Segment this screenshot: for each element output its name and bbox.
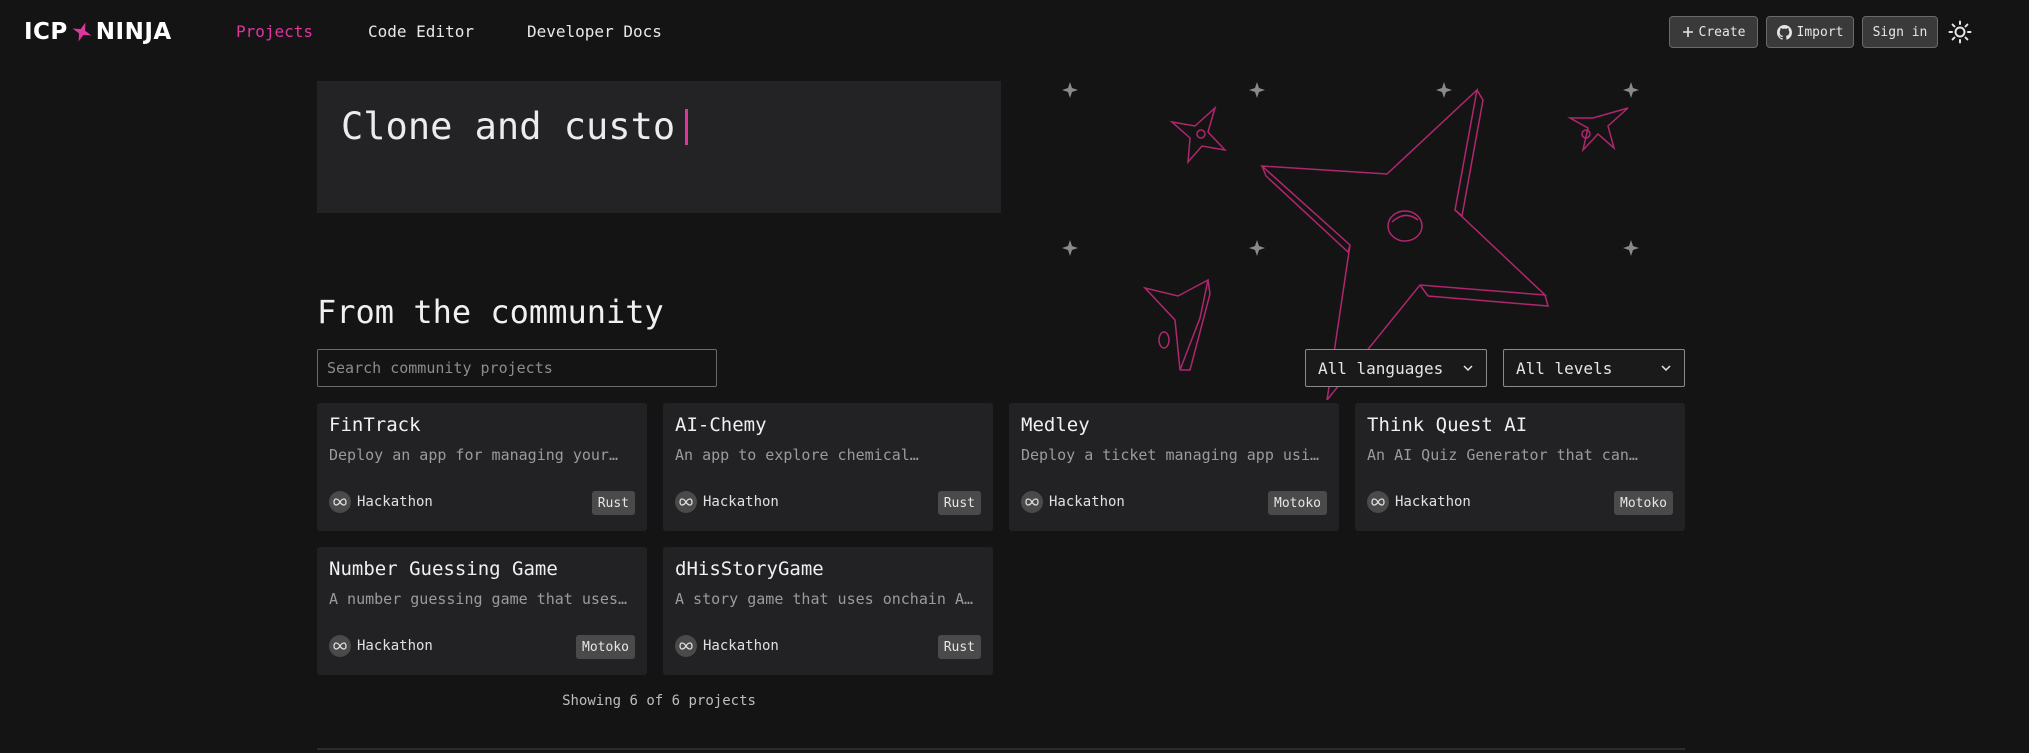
infinity-icon [329, 635, 351, 657]
project-tag-label: Hackathon [357, 638, 433, 654]
project-description: An AI Quiz Generator that can… [1367, 446, 1638, 464]
sun-icon[interactable] [1948, 20, 1972, 44]
infinity-icon [329, 491, 351, 513]
chevron-down-icon [1661, 365, 1671, 372]
infinity-icon [1021, 491, 1043, 513]
project-tag-label: Hackathon [357, 494, 433, 510]
plus-icon [1682, 27, 1693, 37]
project-tag-label: Hackathon [703, 494, 779, 510]
project-tag: Hackathon [1367, 491, 1471, 513]
hero-typing-panel: Clone and custo [317, 81, 1001, 213]
project-language-badge: Motoko [1614, 491, 1673, 515]
hero-typed-text: Clone and custo [341, 105, 689, 148]
language-filter-select[interactable]: All languages [1305, 349, 1487, 387]
typing-cursor [685, 109, 689, 145]
project-card[interactable]: Medley Deploy a ticket managing app usin… [1009, 403, 1339, 531]
create-button-label: Create [1698, 24, 1746, 40]
project-language-badge: Rust [937, 635, 981, 659]
project-tag: Hackathon [329, 491, 433, 513]
project-title: AI-Chemy [675, 414, 767, 436]
logo-text-icp: ICP [24, 19, 68, 45]
level-filter-value: All levels [1516, 358, 1613, 378]
project-description: A number guessing game that uses… [329, 590, 628, 608]
project-language-badge: Rust [937, 491, 981, 515]
import-button-label: Import [1796, 24, 1844, 40]
project-tag-label: Hackathon [1049, 494, 1125, 510]
project-description: Deploy a ticket managing app usin… [1021, 446, 1321, 464]
language-filter-value: All languages [1318, 358, 1444, 378]
github-icon [1776, 24, 1792, 40]
project-language-badge: Motoko [576, 635, 635, 659]
infinity-icon [675, 635, 697, 657]
top-navbar: ICP NINJA Projects Code Editor Developer… [0, 0, 2029, 64]
section-divider [317, 748, 1685, 750]
community-section-title: From the community [317, 293, 664, 331]
results-count: Showing 6 of 6 projects [562, 693, 756, 709]
project-description: A story game that uses onchain AI… [675, 590, 975, 608]
project-title: dHisStoryGame [675, 558, 824, 580]
nav-projects[interactable]: Projects [236, 22, 313, 41]
project-description: An app to explore chemical… [675, 446, 919, 464]
import-button[interactable]: Import [1766, 16, 1854, 48]
project-tag: Hackathon [1021, 491, 1125, 513]
search-community-input[interactable] [317, 349, 717, 387]
project-title: Think Quest AI [1367, 414, 1528, 436]
project-card[interactable]: FinTrack Deploy an app for managing your… [317, 403, 647, 531]
nav-developer-docs[interactable]: Developer Docs [527, 22, 662, 41]
hero-text-content: Clone and custo [341, 105, 676, 148]
nav-code-editor[interactable]: Code Editor [368, 22, 474, 41]
project-tag: Hackathon [675, 635, 779, 657]
project-card[interactable]: Think Quest AI An AI Quiz Generator that… [1355, 403, 1685, 531]
project-tag-label: Hackathon [1395, 494, 1471, 510]
project-tag: Hackathon [675, 491, 779, 513]
chevron-down-icon [1463, 365, 1473, 372]
level-filter-select[interactable]: All levels [1503, 349, 1685, 387]
sign-in-button[interactable]: Sign in [1862, 16, 1938, 48]
project-description: Deploy an app for managing your… [329, 446, 618, 464]
icp-ninja-logo[interactable]: ICP NINJA [24, 16, 172, 48]
project-card[interactable]: Number Guessing Game A number guessing g… [317, 547, 647, 675]
project-language-badge: Motoko [1268, 491, 1327, 515]
sparkle-icons [1062, 82, 1639, 256]
project-card[interactable]: AI-Chemy An app to explore chemical… Hac… [663, 403, 993, 531]
project-tag-label: Hackathon [703, 638, 779, 654]
project-title: Number Guessing Game [329, 558, 558, 580]
logo-text-ninja: NINJA [95, 19, 172, 45]
star-logo-icon [72, 22, 92, 42]
project-tag: Hackathon [329, 635, 433, 657]
project-title: Medley [1021, 414, 1090, 436]
create-button[interactable]: Create [1669, 16, 1758, 48]
project-title: FinTrack [329, 414, 421, 436]
project-card[interactable]: dHisStoryGame A story game that uses onc… [663, 547, 993, 675]
sign-in-button-label: Sign in [1872, 24, 1928, 40]
infinity-icon [1367, 491, 1389, 513]
infinity-icon [675, 491, 697, 513]
project-language-badge: Rust [591, 491, 635, 515]
